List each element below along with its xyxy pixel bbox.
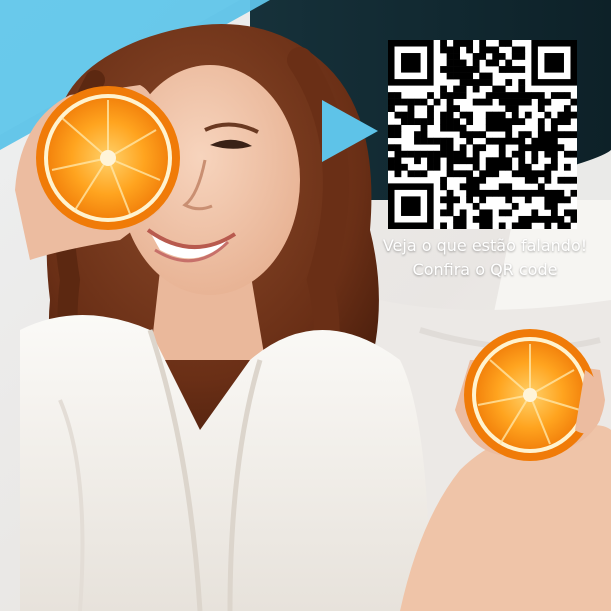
promo-line-1: Veja o que estão falando!	[382, 236, 588, 255]
promo-line-2: Confira o QR code	[412, 260, 558, 279]
qr-code[interactable]	[388, 40, 577, 229]
promo-image: Veja o que estão falando! Confira o QR c…	[0, 0, 611, 611]
qr-code-graphic	[388, 40, 577, 229]
promo-text: Veja o que estão falando! Confira o QR c…	[350, 234, 611, 282]
